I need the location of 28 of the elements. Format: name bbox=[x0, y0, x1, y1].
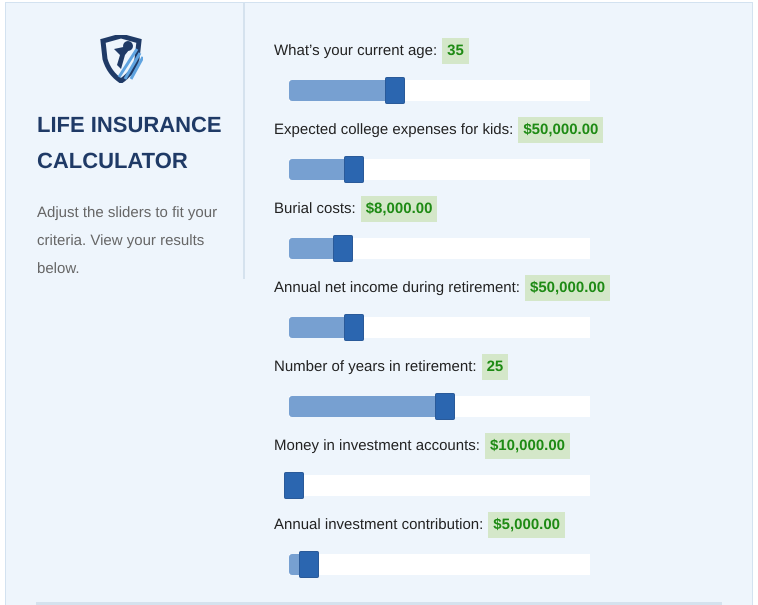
slider-fill bbox=[289, 238, 334, 259]
value-badge: $8,000.00 bbox=[360, 196, 438, 222]
value-badge: 35 bbox=[442, 38, 469, 64]
slider-fill bbox=[289, 317, 344, 338]
slider-thumb[interactable] bbox=[344, 156, 364, 183]
field-label: Burial costs: bbox=[274, 198, 356, 219]
slider-thumb[interactable] bbox=[333, 235, 354, 262]
slider-thumb[interactable] bbox=[384, 77, 405, 104]
field-label: Expected college expenses for kids: bbox=[274, 120, 514, 140]
field-label: What’s your current age: bbox=[274, 40, 438, 61]
value-badge: 25 bbox=[482, 354, 508, 380]
value-badge: $50,000.00 bbox=[518, 117, 604, 143]
calculator-title: LIFE INSURANCE CALCULATOR bbox=[37, 111, 223, 175]
slider-fill bbox=[289, 554, 300, 575]
value-badge: $10,000.00 bbox=[484, 433, 570, 459]
slider-thumb[interactable] bbox=[434, 393, 454, 420]
slider-thumb[interactable] bbox=[284, 472, 304, 499]
value-badge: $50,000.00 bbox=[524, 275, 610, 301]
shield-icon bbox=[99, 35, 143, 83]
slider-fill bbox=[289, 159, 344, 180]
value-badge: $5,000.00 bbox=[488, 512, 566, 538]
description-text: Adjust the sliders to fit your criteria. View your results below. bbox=[37, 203, 218, 279]
field-label: Money in investment accounts: bbox=[274, 436, 480, 456]
slider-thumb[interactable] bbox=[344, 314, 364, 341]
field-label: Number of years in retirement: bbox=[274, 356, 477, 377]
slider-thumb[interactable] bbox=[299, 551, 320, 578]
field-label: Annual investment contribution: bbox=[274, 514, 484, 535]
field-label: Annual net income during retirement: bbox=[274, 278, 520, 298]
